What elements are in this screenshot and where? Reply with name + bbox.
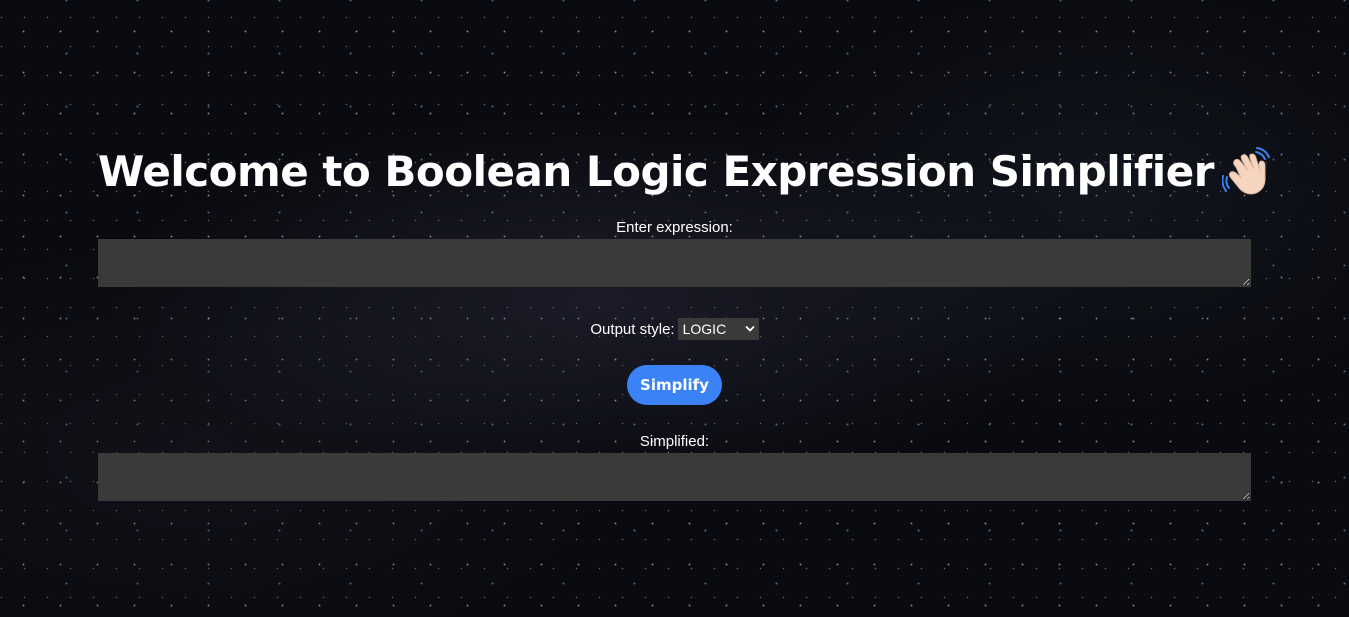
- page-title-text: Welcome to Boolean Logic Expression Simp…: [98, 147, 1214, 196]
- simplified-label: Simplified:: [639, 433, 710, 450]
- output-style-selected-value: LOGIC: [682, 321, 727, 337]
- output-style-select[interactable]: LOGIC: [677, 318, 759, 340]
- simplify-button[interactable]: Simplify: [627, 365, 722, 405]
- output-style-label: Output style:: [590, 320, 675, 338]
- page-title: Welcome to Boolean Logic Expression Simp…: [98, 141, 1270, 203]
- waving-hand-icon: [1221, 146, 1270, 194]
- simplified-output[interactable]: [98, 453, 1251, 501]
- chevron-down-icon: [745, 326, 755, 332]
- output-style-row: Output style: LOGIC: [98, 318, 1251, 340]
- expression-input[interactable]: [98, 239, 1251, 287]
- expression-label: Enter expression:: [616, 219, 733, 236]
